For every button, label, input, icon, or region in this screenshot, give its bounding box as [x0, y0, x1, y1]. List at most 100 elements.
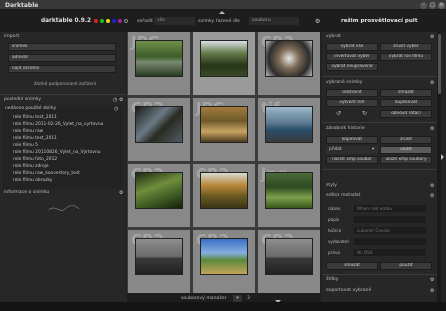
- recent-collection-item[interactable]: role filmu obrazky: [13, 178, 52, 183]
- metadata-field-input[interactable]: Nc OSA: [354, 249, 426, 256]
- metadata-field-input[interactable]: Lubomír Čevela: [354, 227, 426, 234]
- yellow-label-icon[interactable]: [106, 19, 110, 23]
- right-panel-scrollbar[interactable]: [437, 32, 441, 302]
- recent-section-title[interactable]: poslední snímky: [4, 97, 41, 104]
- tags-settings-icon[interactable]: ⚙: [430, 277, 434, 283]
- thumbnail-image[interactable]: [135, 40, 183, 77]
- thumbnail-image[interactable]: [200, 172, 248, 209]
- delete-button[interactable]: smazat: [380, 89, 432, 97]
- discard-history-button[interactable]: zrušit: [380, 136, 432, 144]
- metadata-section-title[interactable]: editor metadat: [326, 193, 360, 200]
- select-settings-icon[interactable]: ⚙: [430, 34, 434, 40]
- paste-mode-select[interactable]: přidat ▾: [326, 146, 378, 154]
- selected-images-section-title[interactable]: vybrané snímky: [326, 80, 363, 87]
- metadata-settings-icon[interactable]: ⚙: [430, 193, 434, 199]
- recent-collection-item[interactable]: role filmu test_2011: [13, 115, 57, 120]
- rotate-ccw-icon[interactable]: ↺: [336, 110, 341, 117]
- history-section-title[interactable]: zásobník historie: [326, 126, 365, 133]
- thumbnail-image[interactable]: [200, 40, 248, 77]
- recent-collection-item[interactable]: role filmu raw_konvertory_test: [13, 171, 80, 176]
- rotate-cw-icon[interactable]: ↻: [362, 110, 367, 117]
- thumbnail-image[interactable]: [265, 172, 313, 209]
- thumbnail-cell[interactable]: tif: [258, 98, 320, 161]
- purple-label-icon[interactable]: [118, 19, 122, 23]
- reset-rotation-button[interactable]: obnovit rotaci: [380, 110, 432, 118]
- thumbnail-cell[interactable]: CR2: [128, 230, 190, 293]
- info-settings-icon[interactable]: ⚙: [119, 190, 123, 196]
- styles-settings-icon[interactable]: ⚙: [430, 183, 434, 189]
- import-folder-button[interactable]: adresář: [8, 54, 116, 62]
- preferences-gear-icon[interactable]: ⚙: [315, 18, 320, 25]
- thumbnail-cell[interactable]: CR2: [193, 164, 255, 227]
- select-none-button[interactable]: zrušit výběr: [380, 43, 432, 51]
- color-label-filter[interactable]: [94, 18, 128, 24]
- import-section-title[interactable]: import: [4, 34, 19, 41]
- zoom-value[interactable]: 3: [247, 296, 250, 301]
- metadata-field-input[interactable]: [354, 238, 426, 245]
- import-image-button[interactable]: snímek: [8, 43, 116, 51]
- thumbnail-image[interactable]: [265, 238, 313, 275]
- thumbnail-image[interactable]: [135, 172, 183, 209]
- create-hdr-button[interactable]: vytvořit hdr: [326, 99, 378, 107]
- thumbnail-cell[interactable]: CR2: [258, 32, 320, 95]
- thumbnail-cell[interactable]: CR2: [128, 164, 190, 227]
- metadata-field-input[interactable]: When raid embu: [354, 205, 426, 212]
- tags-section-title[interactable]: štítky: [326, 277, 339, 284]
- gray-label-icon[interactable]: [124, 19, 128, 23]
- select-section-title[interactable]: vybrat: [326, 34, 341, 41]
- export-section-title[interactable]: exportovat vybrané: [326, 288, 371, 295]
- recent-collection-item[interactable]: role filmu 20110826_Vylet_na_Vyrtovnu: [13, 150, 101, 155]
- history-settings-icon[interactable]: ⚙: [430, 126, 434, 132]
- thumbnail-image[interactable]: [265, 106, 313, 143]
- thumbnail-cell[interactable]: JPG: [193, 98, 255, 161]
- order-select[interactable]: souboru: [249, 17, 299, 25]
- blue-label-icon[interactable]: [112, 19, 116, 23]
- recent-collection-item[interactable]: role filmu 5: [13, 143, 38, 148]
- selected-settings-icon[interactable]: ⚙: [430, 80, 434, 86]
- scan-devices-button[interactable]: najít zařízení: [8, 65, 116, 73]
- recent-collection-item[interactable]: role filmu raw: [13, 129, 43, 134]
- thumbnail-image[interactable]: [200, 238, 248, 275]
- image-info-section-title[interactable]: informace o snímku: [4, 190, 49, 197]
- recent-reset-icon[interactable]: ◷: [113, 97, 117, 103]
- recent-subtitle-reset-icon[interactable]: ◷: [114, 106, 118, 112]
- thumbnail-image[interactable]: [265, 40, 313, 77]
- maximize-icon[interactable]: □: [429, 1, 436, 9]
- export-settings-icon[interactable]: ⚙: [430, 288, 434, 294]
- thumbnail-cell[interactable]: CR2: [128, 98, 190, 161]
- thumbnail-cell[interactable]: jpg: [258, 164, 320, 227]
- minimize-icon[interactable]: –: [420, 1, 427, 9]
- collapse-right-panel-icon[interactable]: [441, 154, 444, 160]
- collapse-top-panel-icon[interactable]: [219, 11, 225, 14]
- recent-collection-item[interactable]: role filmu 2011-02-26_Vylet_na_vyrtovnu: [13, 122, 103, 127]
- invert-selection-button[interactable]: invertovat výběr: [326, 53, 378, 61]
- recent-collection-item[interactable]: role filmu test_2011: [13, 136, 57, 141]
- duplicate-button[interactable]: duplikovat: [380, 99, 432, 107]
- copy-history-button[interactable]: kopírovat: [326, 136, 378, 144]
- metadata-field-input[interactable]: [354, 216, 426, 223]
- recent-collection-item[interactable]: role filmu zdroje: [13, 164, 49, 169]
- clear-metadata-button[interactable]: smazat: [326, 262, 378, 270]
- thumbnail-image[interactable]: [135, 106, 183, 143]
- thumbnail-cell[interactable]: [193, 32, 255, 95]
- apply-metadata-button[interactable]: použít: [380, 262, 432, 270]
- load-xmp-button[interactable]: načíst xmp soubor: [326, 156, 378, 164]
- thumbnail-image[interactable]: [135, 238, 183, 275]
- thumbnail-cell[interactable]: JPG: [128, 32, 190, 95]
- select-untouched-button[interactable]: vybrat neupravené: [326, 63, 378, 71]
- thumbnail-cell[interactable]: CR2: [193, 230, 255, 293]
- recent-settings-icon[interactable]: ⚙: [119, 97, 123, 103]
- thumbnail-cell[interactable]: CR2: [258, 230, 320, 293]
- write-xmp-button[interactable]: uložit xmp soubory: [380, 156, 432, 164]
- select-film-roll-button[interactable]: vybrat roli filmu: [380, 53, 432, 61]
- recent-collection-item[interactable]: role filmu foto_2012: [13, 157, 57, 162]
- styles-section-title[interactable]: styly: [326, 183, 337, 190]
- thumbnail-image[interactable]: [200, 106, 248, 143]
- remove-button[interactable]: odstranit: [326, 89, 378, 97]
- select-all-button[interactable]: vybrat vše: [326, 43, 378, 51]
- scrollbar-thumb[interactable]: [437, 34, 441, 94]
- red-label-icon[interactable]: [94, 19, 98, 23]
- close-icon[interactable]: ×: [438, 1, 445, 9]
- green-label-icon[interactable]: [100, 19, 104, 23]
- paste-history-button[interactable]: vložit: [380, 146, 432, 154]
